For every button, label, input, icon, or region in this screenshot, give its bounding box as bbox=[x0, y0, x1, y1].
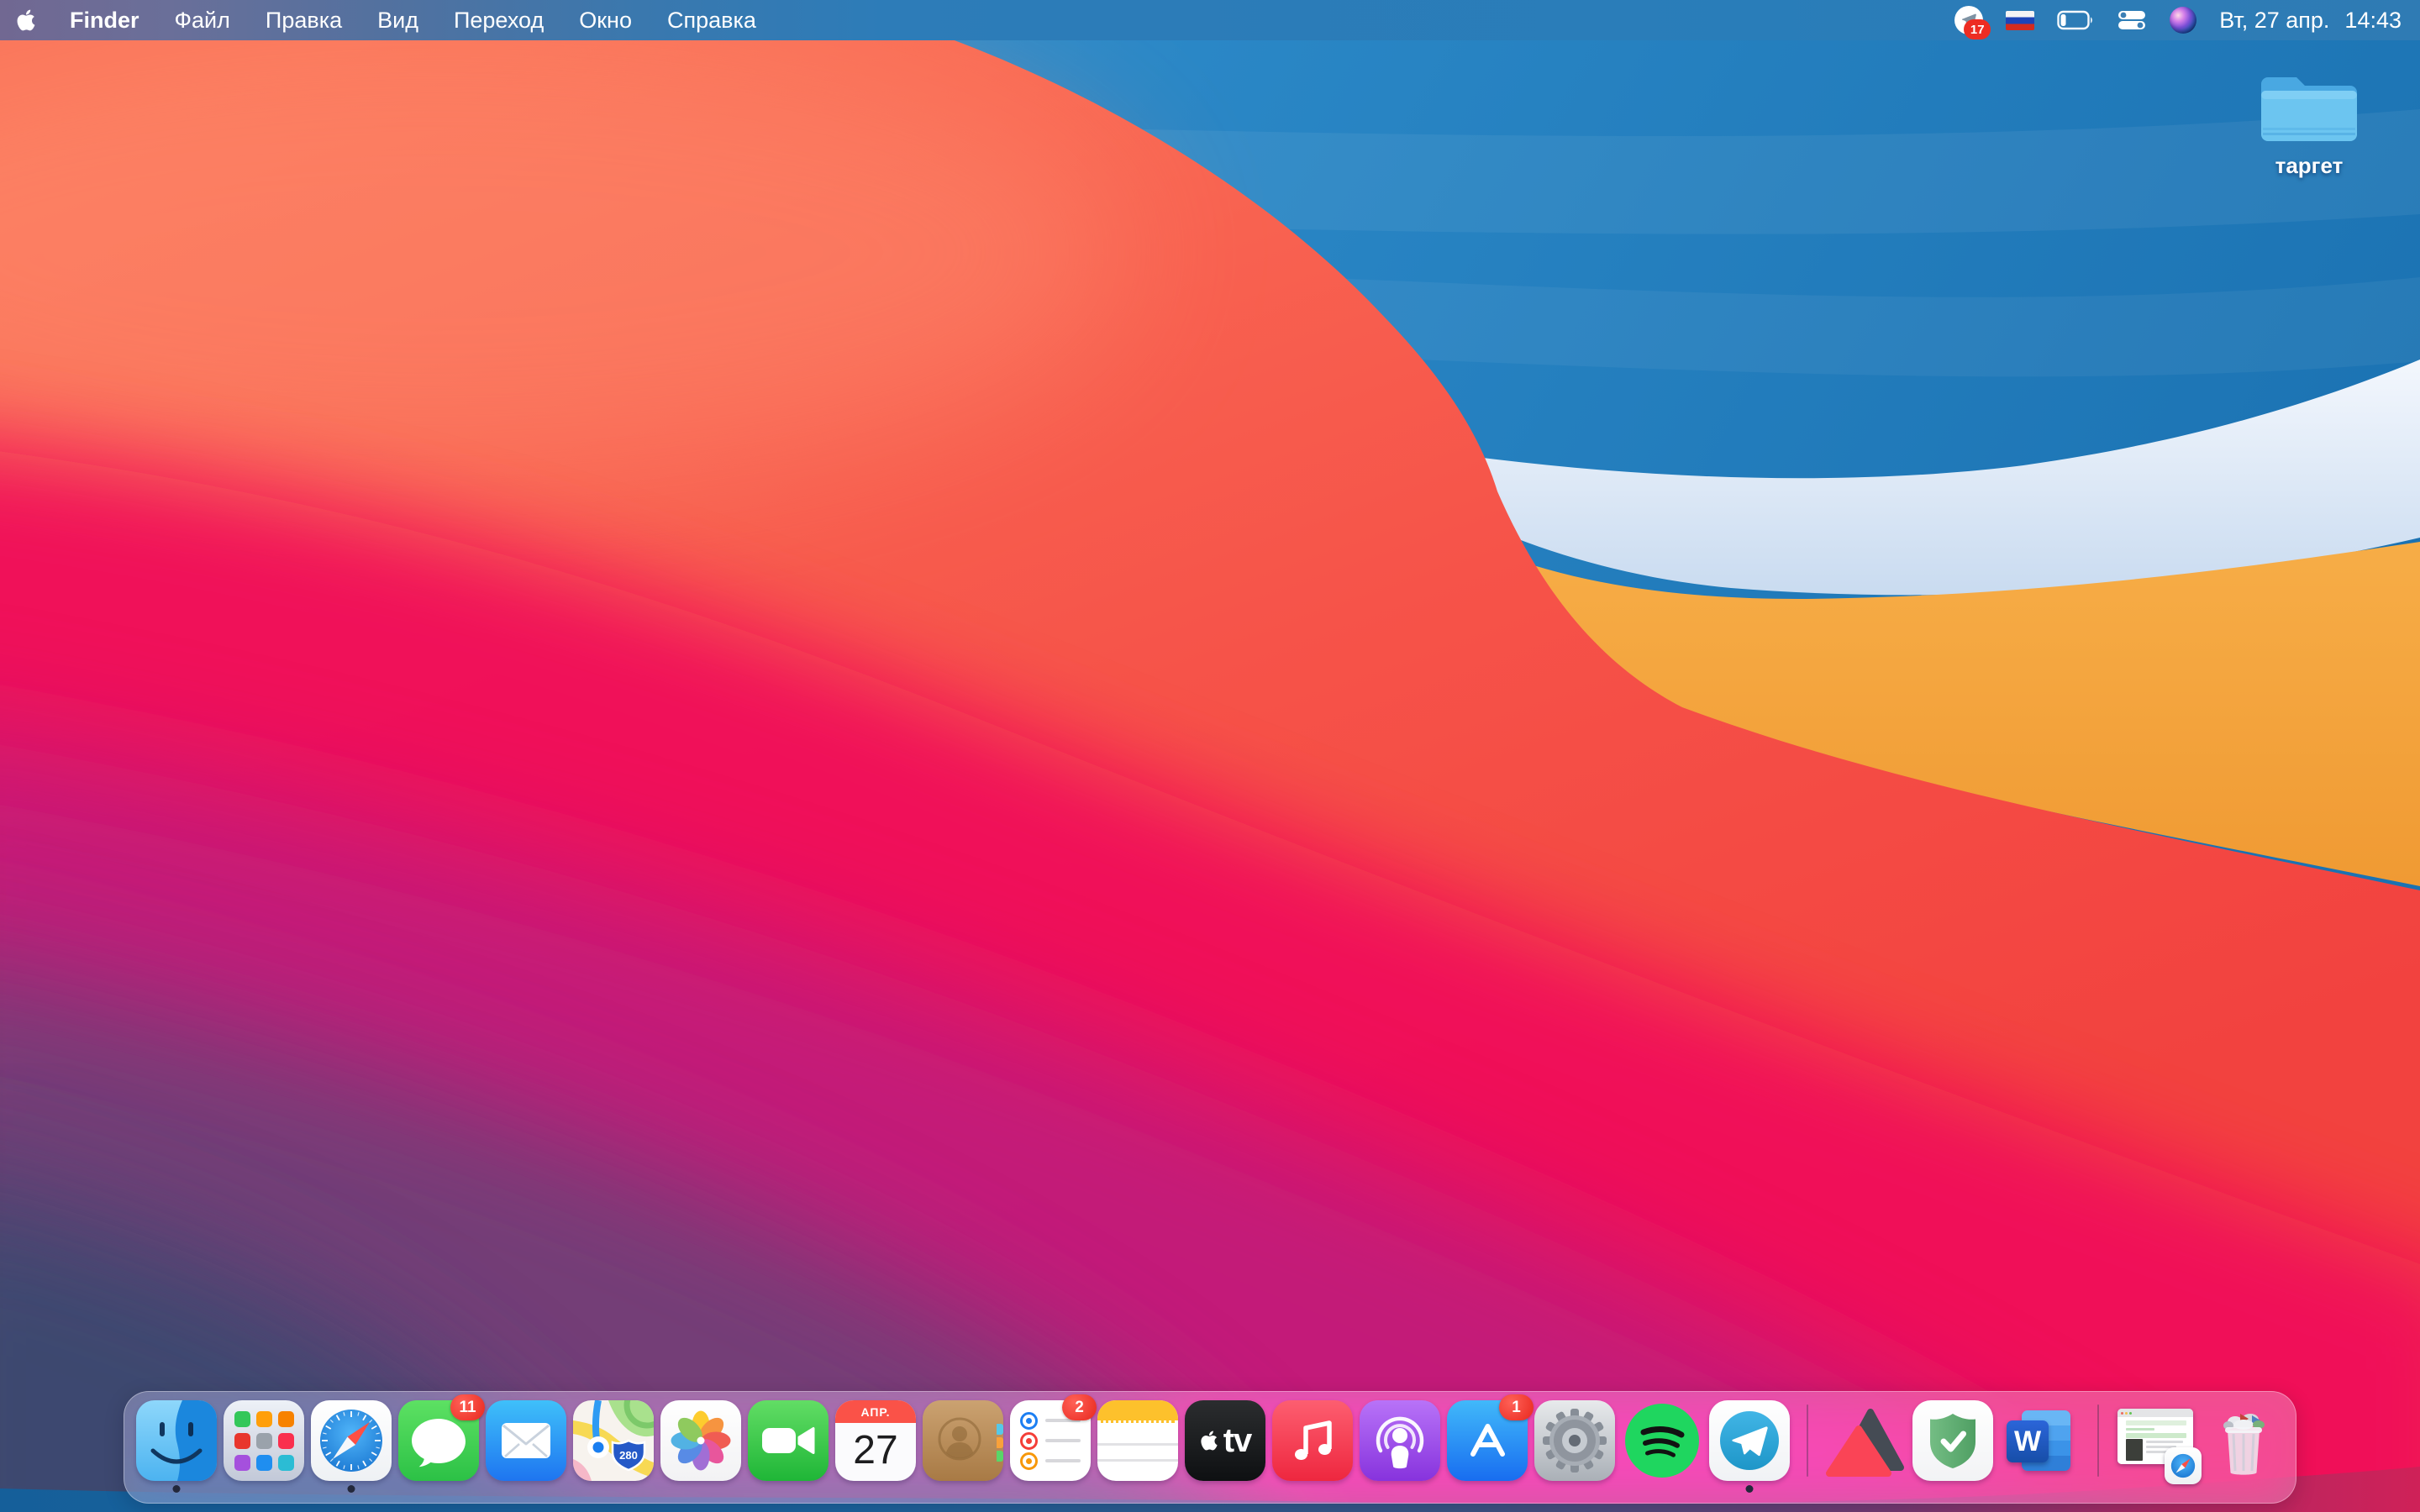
running-indicator bbox=[172, 1485, 181, 1493]
dock-item-mail[interactable] bbox=[486, 1400, 566, 1481]
apple-menu[interactable] bbox=[0, 0, 52, 40]
dock-item-minimized-window[interactable] bbox=[2116, 1400, 2202, 1484]
menu-item-go[interactable]: Переход bbox=[436, 0, 561, 40]
dock-item-photos[interactable] bbox=[660, 1400, 741, 1481]
calendar-icon: АПР. 27 bbox=[835, 1400, 916, 1481]
spotify-icon bbox=[1622, 1400, 1702, 1481]
apple-tv-icon: tv bbox=[1185, 1400, 1265, 1481]
dock-item-finder[interactable] bbox=[136, 1400, 217, 1493]
finder-icon bbox=[136, 1400, 217, 1481]
big-sur-wallpaper bbox=[0, 0, 2420, 1512]
dock-item-contacts[interactable] bbox=[923, 1400, 1003, 1481]
dock-divider bbox=[1807, 1404, 1808, 1477]
dock-item-launchpad[interactable] bbox=[224, 1400, 304, 1481]
reminders-badge: 2 bbox=[1062, 1394, 1097, 1420]
maps-route-label: 280 bbox=[619, 1449, 638, 1462]
dock-item-word[interactable]: W bbox=[2000, 1400, 2081, 1481]
dock-item-telegram[interactable] bbox=[1709, 1400, 1790, 1493]
dock-item-maps[interactable]: 280 bbox=[573, 1400, 654, 1481]
facetime-icon bbox=[748, 1400, 829, 1481]
mail-icon bbox=[486, 1400, 566, 1481]
menu-bar-left: Finder Файл Правка Вид Переход Окно Спра… bbox=[0, 0, 774, 40]
music-icon bbox=[1272, 1400, 1353, 1481]
telegram-unread-badge: 17 bbox=[1964, 19, 1991, 39]
siri-icon[interactable] bbox=[2170, 7, 2197, 34]
menu-item-view[interactable]: Вид bbox=[360, 0, 436, 40]
system-preferences-icon bbox=[1534, 1400, 1615, 1481]
input-language-flag-ru[interactable] bbox=[2006, 10, 2035, 30]
dock-item-app-store[interactable]: 1 bbox=[1447, 1394, 1534, 1481]
tv-label: tv bbox=[1223, 1421, 1253, 1459]
triangle-app-icon bbox=[1825, 1400, 1906, 1481]
launchpad-icon bbox=[224, 1400, 304, 1481]
dock: 11 280 АПР. 27 2 tv 1 W bbox=[124, 1391, 2296, 1504]
photos-icon bbox=[660, 1400, 741, 1481]
adguard-shield-icon bbox=[1912, 1400, 1993, 1481]
dock-item-system-preferences[interactable] bbox=[1534, 1400, 1615, 1481]
dock-item-facetime[interactable] bbox=[748, 1400, 829, 1481]
podcasts-icon bbox=[1360, 1400, 1440, 1481]
clock-date: Вт, 27 апр. bbox=[2219, 7, 2330, 33]
dock-item-messages[interactable]: 11 bbox=[398, 1394, 485, 1481]
contacts-icon bbox=[923, 1400, 1003, 1481]
safari-mini-badge-icon bbox=[2165, 1447, 2202, 1484]
menu-item-file[interactable]: Файл bbox=[157, 0, 248, 40]
desktop-folder-target[interactable]: таргет bbox=[2242, 64, 2376, 179]
menu-item-window[interactable]: Окно bbox=[561, 0, 650, 40]
dock-item-adguard[interactable] bbox=[1912, 1400, 1993, 1481]
notes-icon bbox=[1097, 1400, 1178, 1481]
dock-item-calendar[interactable]: АПР. 27 bbox=[835, 1400, 916, 1481]
word-icon: W bbox=[2000, 1400, 2081, 1481]
calendar-day: 27 bbox=[853, 1428, 898, 1473]
messages-badge: 11 bbox=[450, 1394, 485, 1420]
dock-divider bbox=[2097, 1404, 2099, 1477]
menu-bar: Finder Файл Правка Вид Переход Окно Спра… bbox=[0, 0, 2420, 40]
dock-item-trash[interactable] bbox=[2203, 1400, 2284, 1481]
dock-item-podcasts[interactable] bbox=[1360, 1400, 1440, 1481]
apple-logo-icon bbox=[17, 9, 35, 31]
app-store-badge: 1 bbox=[1499, 1394, 1534, 1420]
dock-item-spotify[interactable] bbox=[1622, 1400, 1702, 1481]
telegram-icon bbox=[1709, 1400, 1790, 1481]
trash-full-icon bbox=[2203, 1400, 2284, 1481]
menu-item-edit[interactable]: Правка bbox=[248, 0, 360, 40]
dock-item-reminders[interactable]: 2 bbox=[1010, 1394, 1097, 1481]
dock-item-apple-tv[interactable]: tv bbox=[1185, 1400, 1265, 1481]
desktop-screen: Finder Файл Правка Вид Переход Окно Спра… bbox=[0, 0, 2420, 1512]
dock-item-notes[interactable] bbox=[1097, 1400, 1178, 1481]
clock-time: 14:43 bbox=[2344, 7, 2402, 33]
menu-item-help[interactable]: Справка bbox=[650, 0, 774, 40]
dock-item-triangle-app[interactable] bbox=[1825, 1400, 1906, 1481]
maps-icon: 280 bbox=[573, 1400, 654, 1481]
menu-bar-status: 17 Вт, 27 апр. 14:43 bbox=[1954, 0, 2420, 40]
folder-icon bbox=[2261, 77, 2357, 141]
running-indicator bbox=[1745, 1485, 1754, 1493]
apple-logo-small-icon bbox=[1201, 1431, 1218, 1451]
telegram-status-icon[interactable]: 17 bbox=[1954, 6, 1991, 39]
safari-icon bbox=[311, 1400, 392, 1481]
dock-item-music[interactable] bbox=[1272, 1400, 1353, 1481]
battery-icon[interactable] bbox=[2057, 10, 2094, 30]
running-indicator bbox=[347, 1485, 355, 1493]
folder-label: таргет bbox=[2275, 153, 2344, 178]
menu-bar-clock[interactable]: Вт, 27 апр. 14:43 bbox=[2219, 8, 2402, 34]
menu-item-finder[interactable]: Finder bbox=[52, 0, 157, 40]
word-label: W bbox=[2013, 1425, 2042, 1457]
dock-item-safari[interactable] bbox=[311, 1400, 392, 1493]
control-center-icon[interactable] bbox=[2117, 10, 2147, 30]
